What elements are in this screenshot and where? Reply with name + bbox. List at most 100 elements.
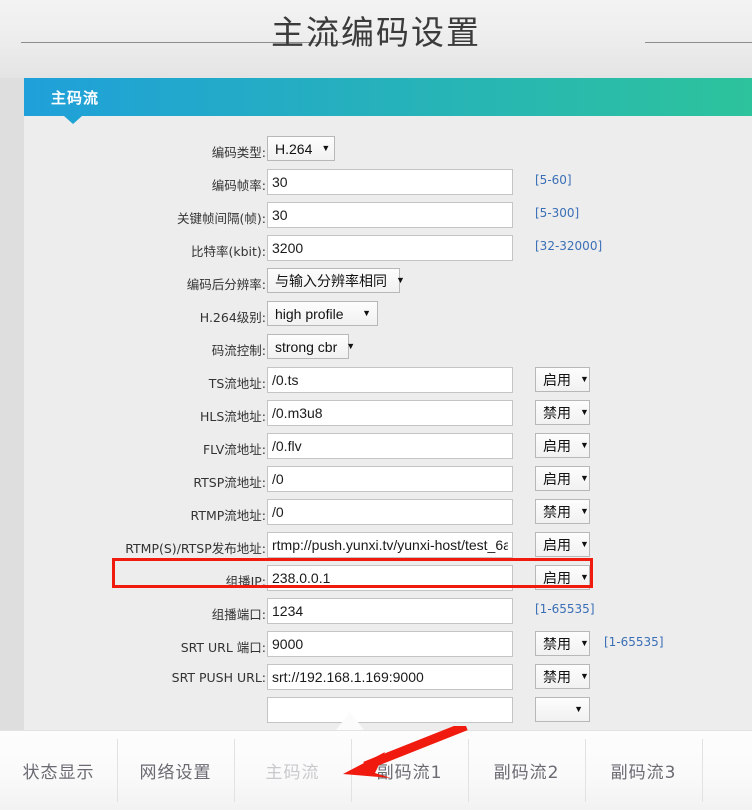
chevron-down-icon: ▼ xyxy=(580,507,589,516)
field-label: 编码后分辨率: xyxy=(24,274,266,293)
enable-select[interactable]: 启用▼ xyxy=(535,565,590,590)
chevron-down-icon: ▼ xyxy=(346,342,355,351)
field-input[interactable] xyxy=(267,532,513,558)
enable-select-value: 启用 xyxy=(543,469,571,489)
field-label: 码流控制: xyxy=(24,340,266,359)
stream-header-pointer-icon xyxy=(64,116,82,124)
enable-select[interactable]: 禁用 ▼ xyxy=(535,631,590,656)
tab-label: 状态显示 xyxy=(23,758,95,783)
form-row: RTMP(S)/RTSP发布地址: 启用▼ xyxy=(24,532,752,565)
field-input[interactable] xyxy=(267,202,513,228)
page-title: 主流编码设置 xyxy=(0,10,752,56)
enable-select[interactable]: 启用 ▼ xyxy=(535,433,590,458)
enable-select[interactable]: 启用 ▼ xyxy=(535,367,590,392)
form-row: 比特率(kbit): [32-32000] xyxy=(24,235,752,268)
enable-select-value: 禁用 xyxy=(543,502,571,522)
chevron-down-icon: ▼ xyxy=(362,309,371,318)
tab-0[interactable]: 状态显示 xyxy=(0,731,117,810)
field-range-hint: [5-300] xyxy=(535,206,579,220)
field-label: 比特率(kbit): xyxy=(24,241,266,260)
tab-label: 副码流3 xyxy=(611,758,677,783)
form-row: HLS流地址: 禁用 ▼ xyxy=(24,400,752,433)
form-row: 编码类型:H.264▼ xyxy=(24,136,752,169)
field-range-hint: [1-65535] xyxy=(604,635,664,649)
field-label: 编码帧率: xyxy=(24,175,266,194)
form-row: 组播端口: [1-65535] xyxy=(24,598,752,631)
form-row: SRT URL 端口: 禁用 ▼ [1-65535] xyxy=(24,631,752,664)
select-value: high profile xyxy=(275,306,353,322)
tab-1[interactable]: 网络设置 xyxy=(117,731,234,810)
enable-select[interactable]: 禁用 ▼ xyxy=(535,499,590,524)
field-label: 组播IP: xyxy=(24,571,266,590)
field-input[interactable] xyxy=(267,433,513,459)
field-input[interactable] xyxy=(267,367,513,393)
field-input[interactable] xyxy=(267,631,513,657)
tab-6[interactable]: 副 xyxy=(702,731,752,810)
field-input[interactable] xyxy=(267,664,513,690)
field-label: RTMP(S)/RTSP发布地址: xyxy=(24,538,266,557)
chevron-down-icon: ▼ xyxy=(574,705,583,714)
field-label: RTMP流地址: xyxy=(24,505,266,524)
tab-label: 副码流2 xyxy=(494,758,560,783)
tab-2[interactable]: 主码流 xyxy=(234,731,351,810)
field-input[interactable] xyxy=(267,565,513,591)
field-input[interactable] xyxy=(267,466,513,492)
tab-label: 主码流 xyxy=(266,758,320,783)
form-row: 编码帧率:[5-60] xyxy=(24,169,752,202)
field-input[interactable] xyxy=(267,400,513,426)
enable-select-value: 启用 xyxy=(543,436,571,456)
tab-4[interactable]: 副码流2 xyxy=(468,731,585,810)
field-label: H.264级别: xyxy=(24,307,266,326)
enable-select[interactable]: 启用▼ xyxy=(535,466,590,491)
field-label: TS流地址: xyxy=(24,373,266,392)
enable-select-value: 启用 xyxy=(543,370,571,390)
tab-3[interactable]: 副码流1 xyxy=(351,731,468,810)
field-select[interactable]: H.264 ▼ xyxy=(267,136,335,161)
stream-header-label: 主码流 xyxy=(51,87,99,108)
form-row: ▼ xyxy=(24,697,752,730)
field-input[interactable] xyxy=(267,499,513,525)
chevron-down-icon: ▼ xyxy=(580,639,589,648)
field-range-hint: [1-65535] xyxy=(535,602,595,616)
chevron-down-icon: ▼ xyxy=(580,573,589,582)
chevron-down-icon: ▼ xyxy=(396,276,405,285)
field-label: 组播端口: xyxy=(24,604,266,623)
select-value: H.264 xyxy=(275,141,312,157)
field-label: 关键帧间隔(帧): xyxy=(24,208,266,227)
form-row: TS流地址: 启用 ▼ xyxy=(24,367,752,400)
chevron-down-icon: ▼ xyxy=(321,144,330,153)
field-input[interactable] xyxy=(267,697,513,723)
field-label: HLS流地址: xyxy=(24,406,266,425)
tooltip-nub-icon xyxy=(336,712,364,730)
chevron-down-icon: ▼ xyxy=(580,408,589,417)
enable-select[interactable]: 禁用 ▼ xyxy=(535,400,590,425)
field-input[interactable] xyxy=(267,598,513,624)
enable-select-value: 禁用 xyxy=(543,667,571,687)
field-input[interactable] xyxy=(267,169,513,195)
form-row: 编码后分辨率:与输入分辨率相同▼ xyxy=(24,268,752,301)
enable-select[interactable]: 禁用 ▼ xyxy=(535,664,590,689)
field-select[interactable]: high profile ▼ xyxy=(267,301,378,326)
field-label: RTSP流地址: xyxy=(24,472,266,491)
enable-select-value: 启用 xyxy=(543,535,571,555)
enable-select[interactable]: ▼ xyxy=(535,697,590,722)
field-label: SRT PUSH URL: xyxy=(24,670,266,685)
chevron-down-icon: ▼ xyxy=(580,441,589,450)
form-row: RTMP流地址: 禁用 ▼ xyxy=(24,499,752,532)
field-range-hint: [32-32000] xyxy=(535,239,602,253)
field-select[interactable]: 与输入分辨率相同▼ xyxy=(267,268,400,293)
tab-5[interactable]: 副码流3 xyxy=(585,731,702,810)
field-select[interactable]: strong cbr▼ xyxy=(267,334,349,359)
form-row: RTSP流地址: 启用▼ xyxy=(24,466,752,499)
enable-select-value: 禁用 xyxy=(543,403,571,423)
enable-select-value: 禁用 xyxy=(543,634,571,654)
chevron-down-icon: ▼ xyxy=(580,672,589,681)
enable-select[interactable]: 启用▼ xyxy=(535,532,590,557)
field-input[interactable] xyxy=(267,235,513,261)
settings-panel: 主码流 编码类型:H.264▼编码帧率:[5-60]关键帧间隔(帧):[5-30… xyxy=(24,78,752,730)
form-row: 组播IP: 启用▼ xyxy=(24,565,752,598)
chevron-down-icon: ▼ xyxy=(580,375,589,384)
field-label: SRT URL 端口: xyxy=(24,637,266,656)
stream-header-bar: 主码流 xyxy=(24,78,752,116)
form-row: FLV流地址:启用▼ xyxy=(24,433,752,466)
